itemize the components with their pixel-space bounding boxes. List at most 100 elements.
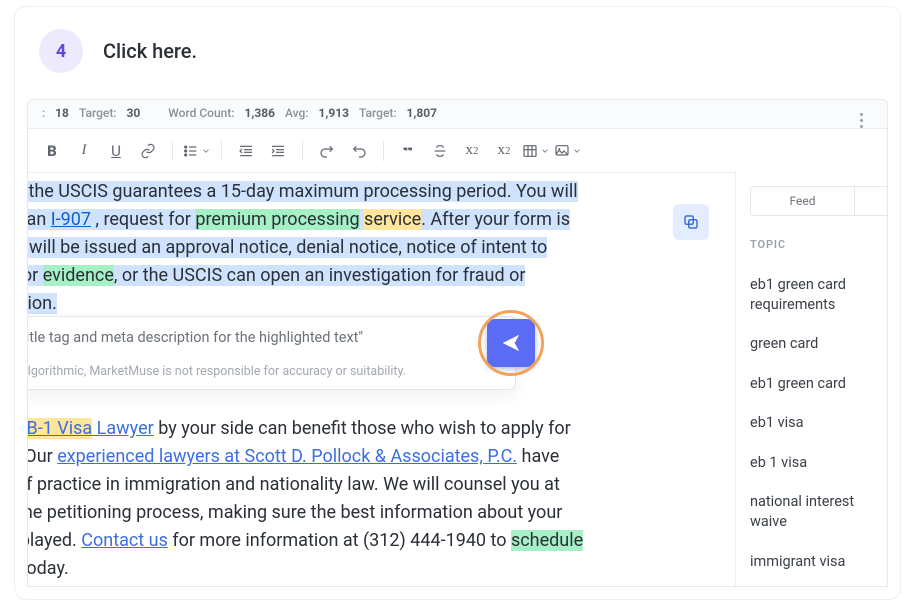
outdent-button[interactable] [232,137,260,165]
sidebar-section-label: TOPIC [750,238,887,251]
image-button[interactable] [554,137,582,165]
topic-item[interactable]: green card application [750,581,887,586]
text-fragment: on today. [28,558,69,579]
text-fragment: have [517,446,559,467]
bold-button[interactable]: B [38,137,66,165]
tab-second[interactable] [855,187,887,215]
sidebar-tabs: Feed [750,186,887,216]
strikethrough-button[interactable] [426,137,454,165]
link-i907[interactable]: I-907 [51,209,91,230]
highlight-service: service [364,209,421,230]
step-number-badge: 4 [39,29,83,73]
editor-toolbar: B I U [28,129,735,173]
undo-button[interactable] [345,137,373,165]
blockquote-button[interactable] [394,137,422,165]
subscript-button[interactable]: x2 [458,137,486,165]
copy-button[interactable] [673,204,709,240]
bullet-list-button[interactable] [183,137,211,165]
superscript-x: x [498,142,506,159]
selected-text: ntation. [28,293,57,314]
highlight-premium-processing: premium processing [195,209,359,230]
superscript-button[interactable]: x2 [490,137,518,165]
text-fragment: for more information at (312) 444-1940 t… [168,530,511,551]
toolbar-separator [221,141,222,161]
topic-list: eb1 green card requirements green card e… [750,265,887,586]
subscript-x: x [466,142,474,159]
step-header: 4 Click here. [15,7,900,91]
stat-prefix-label: : [42,106,45,120]
topic-item[interactable]: eb1 visa [750,403,887,443]
stat-wc-value: 1,386 [245,106,276,120]
text-fragment: of the petitioning process, making sure … [28,502,562,523]
chevron-down-icon [572,146,582,156]
quote-icon [400,143,416,159]
topic-item[interactable]: eb 1 visa [750,443,887,483]
ai-prompt-box[interactable]: title tag and meta description for the h… [28,316,516,390]
italic-button[interactable]: I [70,137,98,165]
stat-target2-value: 1,807 [407,106,438,120]
step-card: 4 Click here. : 18 Target: 30 Word Count… [14,6,901,600]
table-icon [522,143,538,159]
toolbar-separator [383,141,384,161]
indent-button[interactable] [264,137,292,165]
more-menu-button[interactable] [847,106,875,134]
chevron-down-icon [201,146,211,156]
selected-text: you will be issued an approval notice, d… [28,237,547,258]
underline-button[interactable]: U [102,137,130,165]
topic-item[interactable]: immigrant visa [750,542,887,582]
strikethrough-icon [432,143,448,159]
selected-text: st for evidence, or the USCIS can open a… [28,265,525,286]
ai-prompt-text: title tag and meta description for the h… [28,329,455,346]
outdent-icon [238,143,254,159]
text-fragment: . Our [28,446,57,467]
toolbar-separator [302,141,303,161]
superscript-2: 2 [505,145,511,157]
send-icon [500,332,522,354]
toolbar-separator [172,141,173,161]
stat-prefix-value: 18 [55,106,69,120]
selected-text: the USCIS guarantees a 15-day maximum pr… [28,181,577,202]
stat-target2-label: Target: [359,106,397,120]
content-split: sts, the USCIS guarantees a 15-day maxim… [28,172,887,586]
tab-feed[interactable]: Feed [751,187,855,215]
highlight-eb1-visa: EB-1 Visa [28,418,92,439]
image-icon [554,143,570,159]
redo-button[interactable] [313,137,341,165]
kebab-icon [860,111,863,129]
right-sidebar: Feed TOPIC eb1 green card requirements g… [735,172,887,586]
stat-group-score: : 18 Target: 30 [42,106,140,120]
highlight-evidence: evidence [43,265,114,286]
highlight-schedule: schedule [511,530,583,551]
step-title: Click here. [103,39,197,63]
editor-body[interactable]: sts, the USCIS guarantees a 15-day maxim… [28,172,735,586]
ai-disclaimer: algorithmic, MarketMuse is not responsib… [28,364,455,379]
topic-item[interactable]: green card [750,324,887,364]
link-icon [140,143,156,159]
selected-text: out an I-907 , request for premium proce… [28,209,570,230]
stat-wc-label: Word Count: [168,106,234,120]
chevron-down-icon [540,146,550,156]
text-fragment: rs of practice in immigration and nation… [28,474,560,495]
text-fragment: displayed. [28,530,81,551]
stat-target-value: 30 [126,106,140,120]
ai-send-button[interactable] [487,319,535,367]
link-button[interactable] [134,137,162,165]
indent-icon [270,143,286,159]
stats-bar: : 18 Target: 30 Word Count: 1,386 Avg: 1… [28,100,887,129]
stat-group-wordcount: Word Count: 1,386 Avg: 1,913 Target: 1,8… [168,106,437,120]
table-button[interactable] [522,137,550,165]
text-fragment: by your side can benefit those who wish … [154,418,571,439]
undo-icon [351,143,367,159]
redo-icon [319,143,335,159]
topic-item[interactable]: national interest waive [750,482,887,541]
stat-target-label: Target: [79,106,117,120]
topic-item[interactable]: eb1 green card requirements [750,265,887,324]
topic-item[interactable]: eb1 green card [750,364,887,404]
editor-panel: : 18 Target: 30 Word Count: 1,386 Avg: 1… [27,99,888,587]
subscript-2: 2 [473,145,479,157]
stat-avg-value: 1,913 [319,106,350,120]
bullet-list-icon [183,143,199,159]
link-contact-us[interactable]: Contact us [81,530,168,551]
link-eb1-visa-lawyer[interactable]: EB-1 Visa Lawyer [28,418,154,439]
link-experienced-lawyers[interactable]: experienced lawyers at Scott D. Pollock … [57,446,517,467]
